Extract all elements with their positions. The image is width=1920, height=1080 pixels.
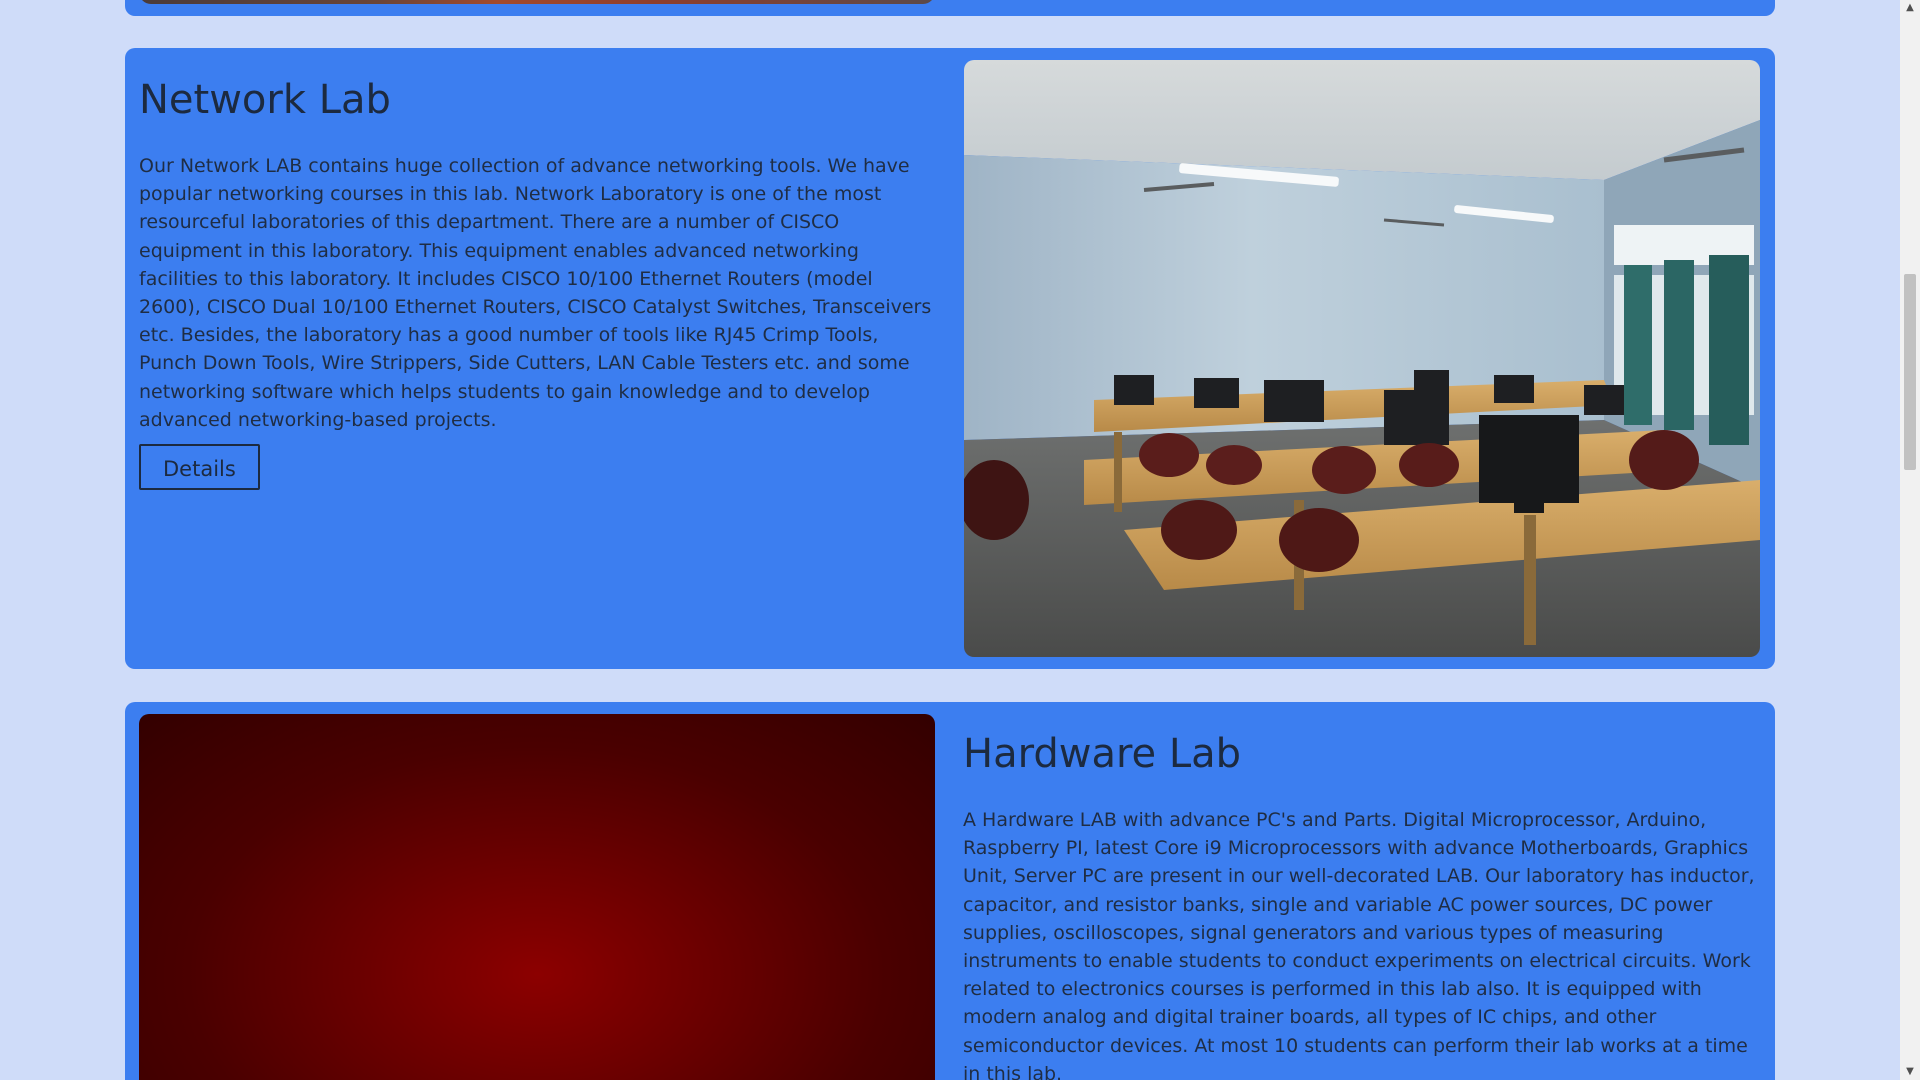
- network-lab-description: Our Network LAB contains huge collection…: [139, 155, 932, 431]
- scrollbar-thumb[interactable]: [1904, 274, 1916, 470]
- hardware-lab-description: A Hardware LAB with advance PC's and Par…: [963, 809, 1755, 1080]
- scroll-down-arrow-icon[interactable]: ▼: [1900, 1064, 1920, 1080]
- vertical-scrollbar[interactable]: ▲ ▼: [1900, 0, 1920, 1080]
- hardware-lab-text: Hardware Lab A Hardware LAB with advance…: [963, 732, 1763, 1080]
- network-lab-card: Network Lab Our Network LAB contains hug…: [125, 48, 1775, 669]
- computer-lab-image: [964, 60, 1760, 657]
- network-lab-title: Network Lab: [139, 77, 391, 123]
- scroll-up-arrow-icon[interactable]: ▲: [1900, 0, 1920, 16]
- network-lab-details-button[interactable]: Details: [139, 444, 260, 491]
- network-lab-text: Network Lab Our Network LAB contains hug…: [139, 77, 939, 491]
- page: Network Lab Our Network LAB contains hug…: [0, 0, 1900, 1080]
- hardware-lab-photo: [139, 714, 935, 1080]
- network-lab-photo: [964, 60, 1760, 657]
- previous-lab-card: [125, 0, 1775, 16]
- previous-lab-photo: [139, 0, 935, 4]
- hardware-lab-title: Hardware Lab: [963, 731, 1242, 777]
- hardware-lab-card: Hardware Lab A Hardware LAB with advance…: [125, 702, 1775, 1080]
